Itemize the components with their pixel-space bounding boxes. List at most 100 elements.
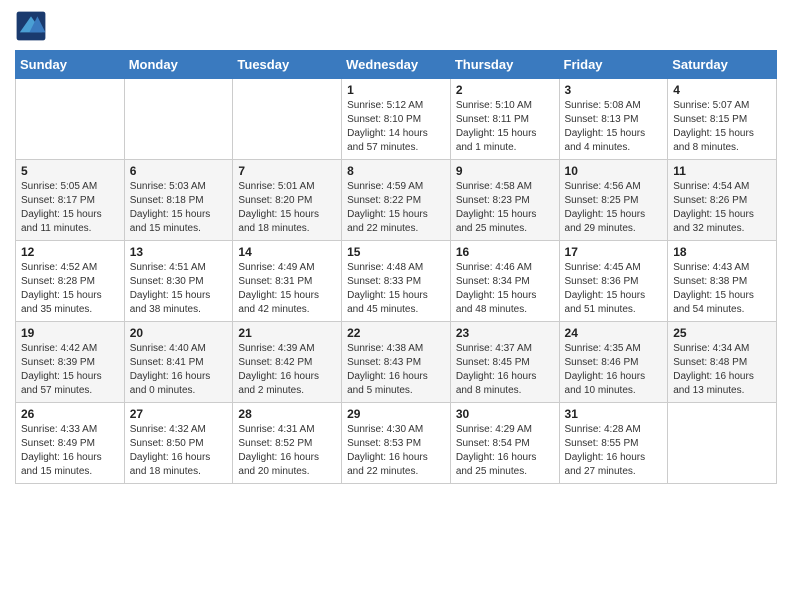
week-row-4: 19 Sunrise: 4:42 AM Sunset: 8:39 PM Dayli… — [16, 322, 777, 403]
calendar-cell: 29 Sunrise: 4:30 AM Sunset: 8:53 PM Dayli… — [342, 403, 451, 484]
day-info: Sunrise: 4:51 AM Sunset: 8:30 PM Dayligh… — [130, 261, 228, 317]
day-number: 23 — [456, 326, 554, 340]
calendar-cell: 16Sunrise: 4:46 AM Sunset: 8:34 PM Dayli… — [450, 241, 559, 322]
calendar-cell: 12 Sunrise: 4:52 AM Sunset: 8:28 PM Dayli… — [16, 241, 125, 322]
calendar-cell: 17 Sunrise: 4:45 AM Sunset: 8:36 PM Dayli… — [559, 241, 668, 322]
calendar-cell: 6 Sunrise: 5:03 AM Sunset: 8:18 PM Daylig… — [124, 160, 233, 241]
page-header — [15, 10, 777, 42]
day-info: Sunrise: 5:12 AM Sunset: 8:10 PM Dayligh… — [347, 99, 445, 155]
day-number: 18 — [673, 245, 771, 259]
day-info: Sunrise: 4:52 AM Sunset: 8:28 PM Dayligh… — [21, 261, 119, 317]
day-info: Sunrise: 4:34 AM Sunset: 8:48 PM Dayligh… — [673, 342, 771, 398]
calendar-cell: 10 Sunrise: 4:56 AM Sunset: 8:25 PM Dayli… — [559, 160, 668, 241]
day-number: 24 — [565, 326, 663, 340]
day-number: 5 — [21, 164, 119, 178]
logo — [15, 10, 51, 42]
week-row-3: 12 Sunrise: 4:52 AM Sunset: 8:28 PM Dayli… — [16, 241, 777, 322]
calendar-cell: 23Sunrise: 4:37 AM Sunset: 8:45 PM Dayli… — [450, 322, 559, 403]
day-info: Sunrise: 4:59 AM Sunset: 8:22 PM Dayligh… — [347, 180, 445, 236]
day-number: 16 — [456, 245, 554, 259]
day-number: 30 — [456, 407, 554, 421]
calendar-cell: 11 Sunrise: 4:54 AM Sunset: 8:26 PM Dayli… — [668, 160, 777, 241]
day-info: Sunrise: 4:29 AM Sunset: 8:54 PM Dayligh… — [456, 423, 554, 479]
calendar-table: SundayMondayTuesdayWednesdayThursdayFrid… — [15, 50, 777, 484]
week-row-1: 1 Sunrise: 5:12 AM Sunset: 8:10 PM Daylig… — [16, 79, 777, 160]
day-info: Sunrise: 4:42 AM Sunset: 8:39 PM Dayligh… — [21, 342, 119, 398]
calendar-cell: 30 Sunrise: 4:29 AM Sunset: 8:54 PM Dayli… — [450, 403, 559, 484]
calendar-cell: 31 Sunrise: 4:28 AM Sunset: 8:55 PM Dayli… — [559, 403, 668, 484]
day-number: 12 — [21, 245, 119, 259]
day-info: Sunrise: 4:28 AM Sunset: 8:55 PM Dayligh… — [565, 423, 663, 479]
calendar-cell: 27Sunrise: 4:32 AM Sunset: 8:50 PM Dayli… — [124, 403, 233, 484]
day-info: Sunrise: 4:35 AM Sunset: 8:46 PM Dayligh… — [565, 342, 663, 398]
day-number: 31 — [565, 407, 663, 421]
day-number: 21 — [238, 326, 336, 340]
calendar-cell: 9Sunrise: 4:58 AM Sunset: 8:23 PM Daylig… — [450, 160, 559, 241]
calendar-cell: 20Sunrise: 4:40 AM Sunset: 8:41 PM Dayli… — [124, 322, 233, 403]
day-number: 11 — [673, 164, 771, 178]
column-header-thursday: Thursday — [450, 51, 559, 79]
day-info: Sunrise: 5:03 AM Sunset: 8:18 PM Dayligh… — [130, 180, 228, 236]
day-number: 22 — [347, 326, 445, 340]
day-number: 17 — [565, 245, 663, 259]
logo-icon — [15, 10, 47, 42]
day-number: 13 — [130, 245, 228, 259]
column-header-monday: Monday — [124, 51, 233, 79]
calendar-cell: 2 Sunrise: 5:10 AM Sunset: 8:11 PM Daylig… — [450, 79, 559, 160]
calendar-cell: 14 Sunrise: 4:49 AM Sunset: 8:31 PM Dayli… — [233, 241, 342, 322]
calendar-header-row: SundayMondayTuesdayWednesdayThursdayFrid… — [16, 51, 777, 79]
calendar-cell — [233, 79, 342, 160]
day-info: Sunrise: 5:05 AM Sunset: 8:17 PM Dayligh… — [21, 180, 119, 236]
calendar-cell — [16, 79, 125, 160]
day-info: Sunrise: 5:01 AM Sunset: 8:20 PM Dayligh… — [238, 180, 336, 236]
day-number: 8 — [347, 164, 445, 178]
day-number: 14 — [238, 245, 336, 259]
day-number: 15 — [347, 245, 445, 259]
day-info: Sunrise: 4:56 AM Sunset: 8:25 PM Dayligh… — [565, 180, 663, 236]
calendar-cell — [124, 79, 233, 160]
day-number: 29 — [347, 407, 445, 421]
column-header-wednesday: Wednesday — [342, 51, 451, 79]
day-info: Sunrise: 4:32 AM Sunset: 8:50 PM Dayligh… — [130, 423, 228, 479]
day-number: 9 — [456, 164, 554, 178]
calendar-cell — [668, 403, 777, 484]
calendar-cell: 5 Sunrise: 5:05 AM Sunset: 8:17 PM Daylig… — [16, 160, 125, 241]
day-info: Sunrise: 4:30 AM Sunset: 8:53 PM Dayligh… — [347, 423, 445, 479]
calendar-cell: 21 Sunrise: 4:39 AM Sunset: 8:42 PM Dayli… — [233, 322, 342, 403]
day-info: Sunrise: 4:40 AM Sunset: 8:41 PM Dayligh… — [130, 342, 228, 398]
calendar-cell: 3Sunrise: 5:08 AM Sunset: 8:13 PM Daylig… — [559, 79, 668, 160]
day-number: 7 — [238, 164, 336, 178]
calendar-cell: 24 Sunrise: 4:35 AM Sunset: 8:46 PM Dayli… — [559, 322, 668, 403]
column-header-tuesday: Tuesday — [233, 51, 342, 79]
day-number: 26 — [21, 407, 119, 421]
calendar-cell: 22 Sunrise: 4:38 AM Sunset: 8:43 PM Dayli… — [342, 322, 451, 403]
calendar-cell: 26Sunrise: 4:33 AM Sunset: 8:49 PM Dayli… — [16, 403, 125, 484]
day-info: Sunrise: 4:45 AM Sunset: 8:36 PM Dayligh… — [565, 261, 663, 317]
day-number: 19 — [21, 326, 119, 340]
day-info: Sunrise: 4:43 AM Sunset: 8:38 PM Dayligh… — [673, 261, 771, 317]
calendar-cell: 13 Sunrise: 4:51 AM Sunset: 8:30 PM Dayli… — [124, 241, 233, 322]
calendar-cell: 15 Sunrise: 4:48 AM Sunset: 8:33 PM Dayli… — [342, 241, 451, 322]
calendar-cell: 19 Sunrise: 4:42 AM Sunset: 8:39 PM Dayli… — [16, 322, 125, 403]
day-info: Sunrise: 4:54 AM Sunset: 8:26 PM Dayligh… — [673, 180, 771, 236]
day-info: Sunrise: 4:38 AM Sunset: 8:43 PM Dayligh… — [347, 342, 445, 398]
calendar-cell: 25 Sunrise: 4:34 AM Sunset: 8:48 PM Dayli… — [668, 322, 777, 403]
day-info: Sunrise: 5:10 AM Sunset: 8:11 PM Dayligh… — [456, 99, 554, 155]
day-number: 2 — [456, 83, 554, 97]
day-info: Sunrise: 4:39 AM Sunset: 8:42 PM Dayligh… — [238, 342, 336, 398]
day-info: Sunrise: 4:48 AM Sunset: 8:33 PM Dayligh… — [347, 261, 445, 317]
day-number: 10 — [565, 164, 663, 178]
day-number: 4 — [673, 83, 771, 97]
calendar-cell: 7 Sunrise: 5:01 AM Sunset: 8:20 PM Daylig… — [233, 160, 342, 241]
day-number: 28 — [238, 407, 336, 421]
calendar-body: 1 Sunrise: 5:12 AM Sunset: 8:10 PM Daylig… — [16, 79, 777, 484]
day-number: 6 — [130, 164, 228, 178]
calendar-cell: 18 Sunrise: 4:43 AM Sunset: 8:38 PM Dayli… — [668, 241, 777, 322]
calendar-cell: 1 Sunrise: 5:12 AM Sunset: 8:10 PM Daylig… — [342, 79, 451, 160]
day-number: 1 — [347, 83, 445, 97]
day-number: 25 — [673, 326, 771, 340]
day-info: Sunrise: 4:49 AM Sunset: 8:31 PM Dayligh… — [238, 261, 336, 317]
column-header-sunday: Sunday — [16, 51, 125, 79]
calendar-cell: 8 Sunrise: 4:59 AM Sunset: 8:22 PM Daylig… — [342, 160, 451, 241]
day-info: Sunrise: 4:31 AM Sunset: 8:52 PM Dayligh… — [238, 423, 336, 479]
